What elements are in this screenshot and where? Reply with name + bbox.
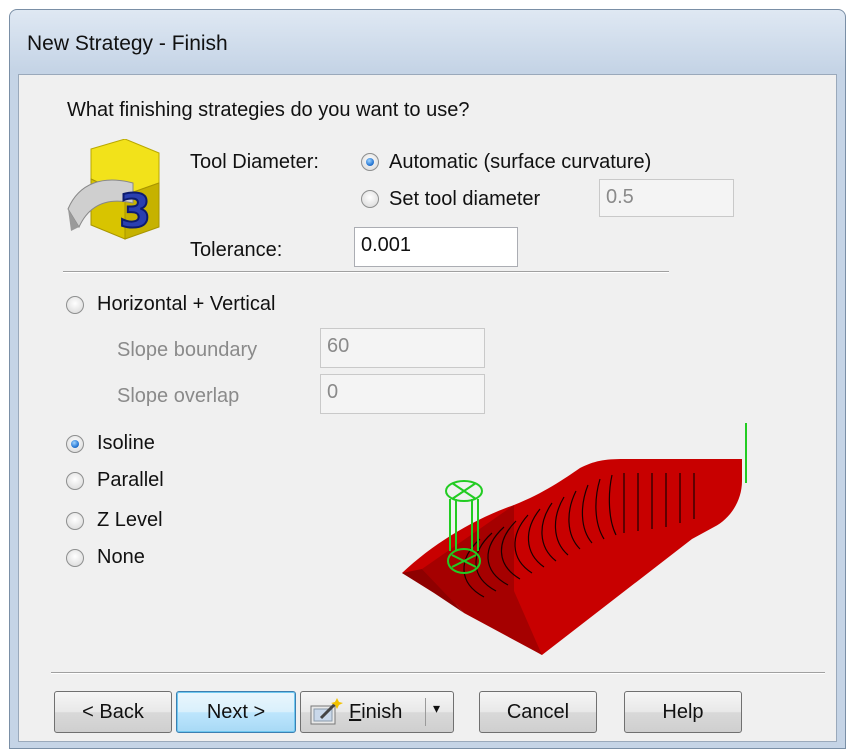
- horizontal-vertical-label[interactable]: Horizontal + Vertical: [97, 293, 275, 316]
- finish-split-button[interactable]: Finish ▾: [300, 691, 454, 733]
- slope-overlap-input[interactable]: 0: [320, 374, 485, 414]
- cancel-button[interactable]: Cancel: [479, 691, 597, 733]
- separator-top: [63, 271, 669, 273]
- isoline-radio[interactable]: [66, 435, 84, 453]
- finish-divider: [425, 698, 426, 726]
- back-button[interactable]: < Back: [54, 691, 172, 733]
- title-bar[interactable]: New Strategy - Finish: [10, 10, 845, 74]
- set-tool-diameter-radio[interactable]: [361, 190, 379, 208]
- z-level-radio[interactable]: [66, 512, 84, 530]
- dialog-body: What finishing strategies do you want to…: [18, 74, 837, 742]
- prompt-text: What finishing strategies do you want to…: [67, 99, 470, 121]
- svg-text:3: 3: [119, 184, 151, 238]
- parallel-radio[interactable]: [66, 472, 84, 490]
- automatic-radio[interactable]: [361, 153, 379, 171]
- horizontal-vertical-radio[interactable]: [66, 296, 84, 314]
- finish-button-label: Finish: [349, 700, 403, 723]
- isoline-label[interactable]: Isoline: [97, 432, 155, 455]
- none-label[interactable]: None: [97, 546, 145, 569]
- set-tool-diameter-label[interactable]: Set tool diameter: [389, 188, 540, 211]
- z-level-label[interactable]: Z Level: [97, 509, 163, 532]
- 3-axis-finish-icon: 3: [63, 138, 173, 245]
- automatic-label[interactable]: Automatic (surface curvature): [389, 151, 651, 174]
- separator-bottom: [51, 672, 825, 674]
- tolerance-label: Tolerance:: [190, 239, 283, 261]
- slope-boundary-input[interactable]: 60: [320, 328, 485, 368]
- tolerance-input[interactable]: 0.001: [354, 227, 518, 267]
- next-button[interactable]: Next >: [176, 691, 296, 733]
- help-button[interactable]: Help: [624, 691, 742, 733]
- tool-diameter-label: Tool Diameter:: [190, 151, 319, 173]
- finish-wand-icon: [309, 698, 343, 726]
- toolpath-preview-image: [394, 423, 754, 655]
- dialog-window: New Strategy - Finish What finishing str…: [9, 9, 846, 749]
- window-title: New Strategy - Finish: [27, 32, 228, 55]
- none-radio[interactable]: [66, 549, 84, 567]
- slope-boundary-label: Slope boundary: [117, 339, 258, 361]
- parallel-label[interactable]: Parallel: [97, 469, 164, 492]
- tool-diameter-input[interactable]: 0.5: [599, 179, 734, 217]
- slope-overlap-label: Slope overlap: [117, 385, 240, 407]
- chevron-down-icon[interactable]: ▾: [433, 700, 440, 717]
